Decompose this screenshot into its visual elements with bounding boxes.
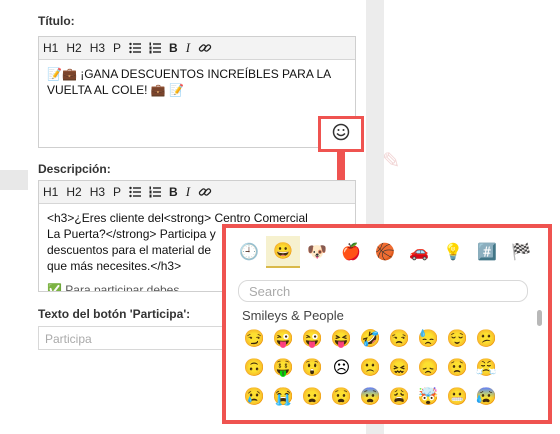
emoji-item[interactable]: 😖: [385, 353, 414, 382]
emoji-item[interactable]: 😒: [385, 324, 414, 353]
emoji-item[interactable]: 😜: [298, 324, 327, 353]
activity-tab-icon[interactable]: 🏀: [368, 236, 402, 268]
link-icon[interactable]: [198, 185, 212, 199]
titulo-label: Título:: [38, 14, 75, 28]
paragraph-button[interactable]: P: [113, 185, 121, 199]
emoji-item[interactable]: 😝: [327, 324, 356, 353]
emoji-item[interactable]: 😨: [356, 382, 385, 411]
emoji-item[interactable]: 😰: [472, 382, 501, 411]
emoji-grid: 😏 😜 😜 😝 🤣 😒 😓 😌 😕 🙃 🤑 😲 ☹ 🙁 😖 😞 😟 😤 😢 😭 …: [240, 324, 520, 411]
category-tabs: 🕘 😀 🐶 🍎 🏀 🚗 💡 #️⃣ 🏁: [232, 236, 538, 268]
flags-tab-icon[interactable]: 🏁: [504, 236, 538, 268]
h3-button[interactable]: H3: [90, 185, 105, 199]
emoji-item[interactable]: 😭: [269, 382, 298, 411]
h3-button[interactable]: H3: [90, 41, 105, 55]
italic-button[interactable]: I: [186, 184, 190, 200]
h2-button[interactable]: H2: [66, 185, 81, 199]
left-divider: [0, 170, 28, 190]
bullet-list-icon[interactable]: [129, 186, 142, 198]
emoji-item[interactable]: 😜: [269, 324, 298, 353]
objects-tab-icon[interactable]: 💡: [436, 236, 470, 268]
emoji-item[interactable]: 🤑: [269, 353, 298, 382]
emoji-item[interactable]: 😓: [414, 324, 443, 353]
h1-button[interactable]: H1: [43, 185, 58, 199]
animals-tab-icon[interactable]: 🐶: [300, 236, 334, 268]
travel-tab-icon[interactable]: 🚗: [402, 236, 436, 268]
left-background: [0, 0, 28, 434]
emoji-item[interactable]: 😧: [327, 382, 356, 411]
emoji-item[interactable]: 😦: [298, 382, 327, 411]
emoji-item[interactable]: 😤: [472, 353, 501, 382]
numbered-list-icon[interactable]: [149, 42, 162, 54]
emoji-picker: 🕘 😀 🐶 🍎 🏀 🚗 💡 #️⃣ 🏁 Search Smileys & Peo…: [222, 224, 552, 424]
emoji-item[interactable]: 😬: [443, 382, 472, 411]
emoji-item[interactable]: 😢: [240, 382, 269, 411]
symbols-tab-icon[interactable]: #️⃣: [470, 236, 504, 268]
emoji-item[interactable]: 🙁: [356, 353, 385, 382]
emoji-item[interactable]: 😌: [443, 324, 472, 353]
bullet-list-icon[interactable]: [129, 42, 142, 54]
descripcion-label: Descripción:: [38, 162, 111, 176]
emoji-item[interactable]: 🙃: [240, 353, 269, 382]
recent-tab-icon[interactable]: 🕘: [232, 236, 266, 268]
titulo-toolbar: H1 H2 H3 P B I: [39, 37, 355, 60]
paragraph-button[interactable]: P: [113, 41, 121, 55]
faded-icon: ✎: [382, 148, 401, 173]
bold-button[interactable]: B: [169, 185, 178, 199]
h2-button[interactable]: H2: [66, 41, 81, 55]
titulo-line-2: VUELTA AL COLE! 💼 📝: [47, 83, 185, 97]
titulo-content: 📝💼 ¡GANA DESCUENTOS INCREÍBLES PARA LA V…: [39, 60, 355, 104]
link-icon[interactable]: [198, 41, 212, 55]
emoji-button[interactable]: [318, 116, 364, 152]
picker-scrollbar[interactable]: [537, 310, 542, 326]
smileys-tab-icon[interactable]: 😀: [266, 236, 300, 268]
bold-button[interactable]: B: [169, 41, 178, 55]
emoji-item[interactable]: 🤣: [356, 324, 385, 353]
food-tab-icon[interactable]: 🍎: [334, 236, 368, 268]
smiley-icon: [332, 123, 350, 146]
italic-button[interactable]: I: [186, 40, 190, 56]
emoji-search-input[interactable]: Search: [238, 280, 528, 302]
participa-label: Texto del botón 'Participa':: [38, 307, 191, 321]
emoji-item[interactable]: 😟: [443, 353, 472, 382]
numbered-list-icon[interactable]: [149, 186, 162, 198]
titulo-line-1: 📝💼 ¡GANA DESCUENTOS INCREÍBLES PARA LA: [47, 67, 332, 81]
emoji-item[interactable]: 😏: [240, 324, 269, 353]
emoji-item[interactable]: 😕: [472, 324, 501, 353]
emoji-item[interactable]: ☹: [327, 353, 356, 382]
h1-button[interactable]: H1: [43, 41, 58, 55]
emoji-item[interactable]: 😲: [298, 353, 327, 382]
emoji-item[interactable]: 😞: [414, 353, 443, 382]
section-title: Smileys & People: [242, 308, 344, 323]
descripcion-toolbar: H1 H2 H3 P B I: [39, 181, 355, 204]
titulo-editor[interactable]: H1 H2 H3 P B I 📝💼 ¡GANA DESCUENTOS INCRE…: [38, 36, 356, 148]
emoji-item[interactable]: 🤯: [414, 382, 443, 411]
emoji-item[interactable]: 😩: [385, 382, 414, 411]
